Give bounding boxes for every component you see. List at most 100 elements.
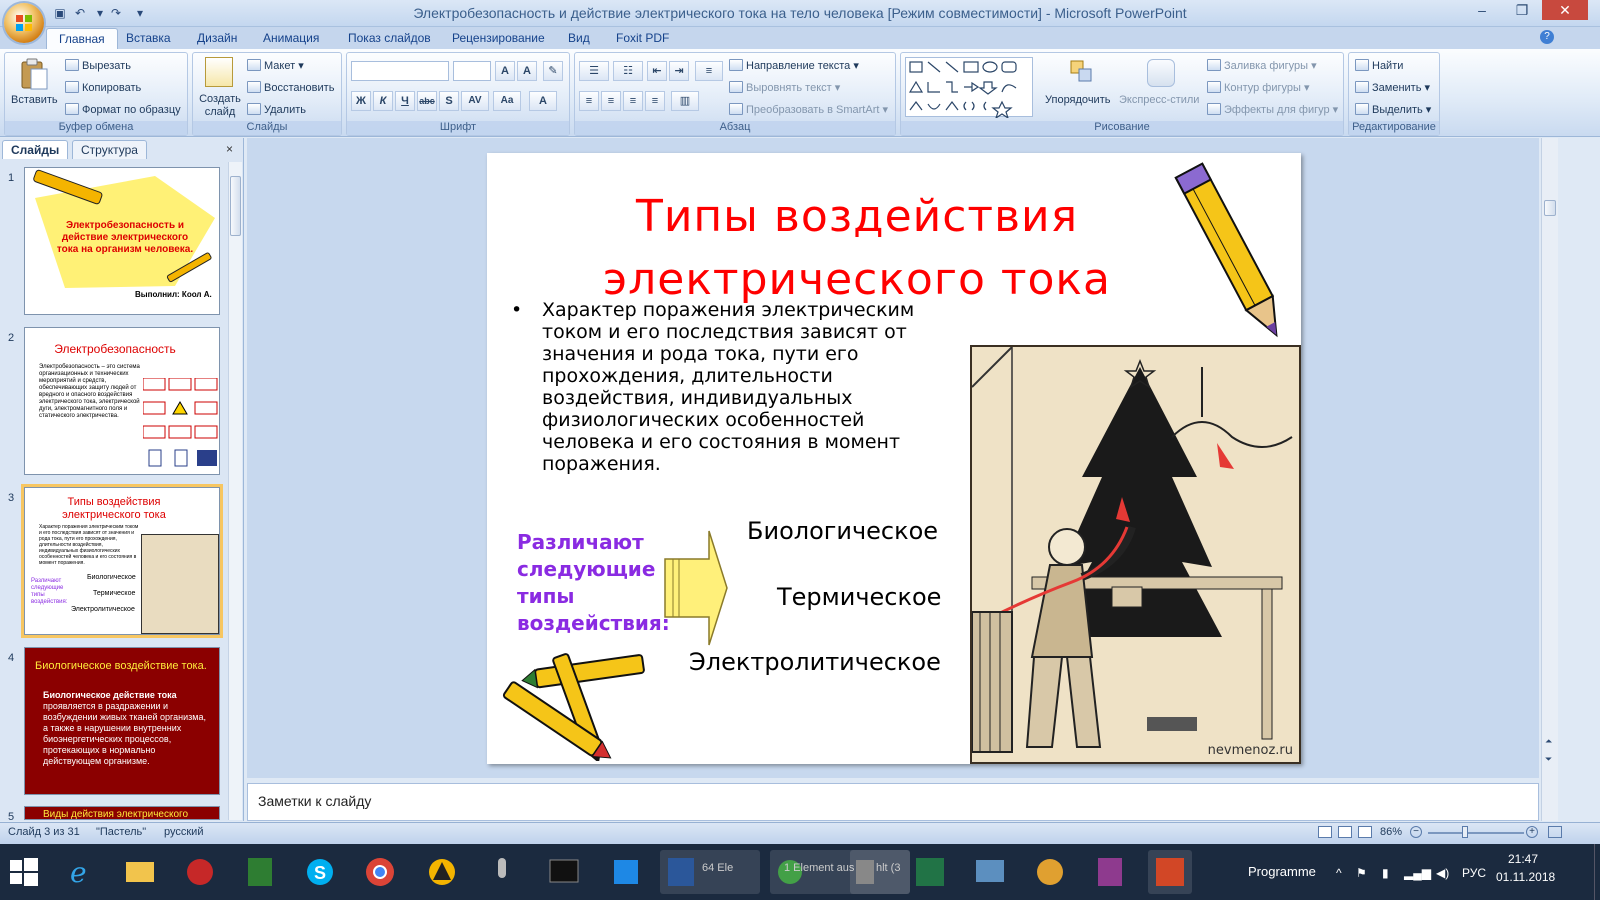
close-button[interactable]: ✕	[1542, 0, 1588, 20]
tab-insert[interactable]: Вставка	[114, 28, 183, 49]
shapes-gallery[interactable]	[905, 57, 1033, 120]
reset-button[interactable]: Восстановить	[247, 81, 334, 95]
status-language[interactable]: русский	[164, 826, 203, 838]
skype-icon[interactable]: S	[298, 850, 342, 894]
tab-slideshow[interactable]: Показ слайдов	[336, 28, 443, 49]
powerpoint-icon[interactable]	[1148, 850, 1192, 894]
kind-biological[interactable]: Биологическое	[747, 517, 938, 545]
start-windows-icon[interactable]	[10, 858, 38, 886]
slideshow-view-icon[interactable]	[1358, 826, 1372, 838]
find-button[interactable]: Найти	[1355, 59, 1403, 73]
slide-thumbnail-5[interactable]: Виды действия электрического	[24, 806, 220, 820]
paste-icon[interactable]	[19, 57, 49, 91]
bullets-button[interactable]: ☰	[579, 61, 609, 81]
tab-foxit[interactable]: Foxit PDF	[604, 28, 681, 49]
kind-electrolytic[interactable]: Электролитическое	[689, 648, 941, 676]
microphone-icon[interactable]	[480, 850, 524, 894]
app-icon-green[interactable]	[238, 850, 282, 894]
align-right-button[interactable]: ≡	[623, 91, 643, 111]
save-icon[interactable]: ▣	[52, 5, 68, 21]
underline-button[interactable]: Ч	[395, 91, 415, 111]
zoom-slider-thumb[interactable]	[1462, 826, 1468, 838]
picture-viewer-icon[interactable]	[968, 850, 1012, 894]
network-icon[interactable]: ▂▄▆	[1404, 866, 1431, 880]
italic-button[interactable]: К	[373, 91, 393, 111]
canvas-scrollbar[interactable]: ⏶ ⏷	[1541, 138, 1558, 821]
grow-font-button[interactable]: A	[495, 61, 515, 81]
tab-outline-pane[interactable]: Структура	[72, 140, 147, 159]
prev-slide-icon[interactable]: ⏶	[1545, 736, 1552, 747]
excel-icon[interactable]	[908, 850, 952, 894]
christmas-tree-photo[interactable]: nevmenoz.ru	[970, 345, 1301, 764]
slide-thumbnail-2[interactable]: Электробезопасность Электробезопасность …	[24, 327, 220, 475]
chrome-icon[interactable]	[358, 850, 402, 894]
clock-time[interactable]: 21:47	[1508, 852, 1538, 866]
paint-icon[interactable]	[1028, 850, 1072, 894]
normal-view-icon[interactable]	[1318, 826, 1332, 838]
app-icon-yellow[interactable]	[420, 850, 464, 894]
restore-button[interactable]: ❐	[1502, 0, 1542, 20]
font-size-combo[interactable]	[453, 61, 491, 81]
flag-icon[interactable]: ⚑	[1356, 866, 1367, 880]
increase-indent-button[interactable]: ⇥	[669, 61, 689, 81]
next-slide-icon[interactable]: ⏷	[1545, 754, 1552, 765]
shrink-font-button[interactable]: A	[517, 61, 537, 81]
numbering-button[interactable]: ☷	[613, 61, 643, 81]
tab-home[interactable]: Главная	[46, 28, 118, 49]
fit-window-icon[interactable]	[1548, 826, 1562, 838]
shape-effects-button[interactable]: Эффекты для фигур ▾	[1207, 103, 1338, 117]
delete-slide-button[interactable]: Удалить	[247, 103, 306, 117]
clock-date[interactable]: 01.11.2018	[1496, 870, 1555, 884]
undo-icon[interactable]: ↶	[72, 5, 88, 21]
new-slide-icon[interactable]	[205, 57, 233, 87]
notes-pane[interactable]: Заметки к слайду	[247, 783, 1539, 821]
block-arrow-icon[interactable]	[663, 529, 729, 647]
smartart-button[interactable]: Преобразовать в SmartArt ▾	[729, 103, 888, 117]
copy-button[interactable]: Копировать	[65, 81, 141, 95]
align-left-button[interactable]: ≡	[579, 91, 599, 111]
arrange-icon[interactable]	[1069, 59, 1095, 85]
paste-button[interactable]: Вставить	[11, 93, 58, 107]
thumbs-scroll-thumb[interactable]	[230, 176, 241, 236]
spacing-button[interactable]: AV	[461, 91, 489, 111]
quick-styles-icon[interactable]	[1147, 59, 1175, 87]
terminal-icon[interactable]	[542, 850, 586, 894]
zoom-out-icon[interactable]: −	[1410, 826, 1422, 838]
app-icon-red[interactable]	[178, 850, 222, 894]
sorter-view-icon[interactable]	[1338, 826, 1352, 838]
replace-button[interactable]: Заменить ▾	[1355, 81, 1430, 95]
shape-outline-button[interactable]: Контур фигуры ▾	[1207, 81, 1310, 95]
tab-review[interactable]: Рецензирование	[440, 28, 557, 49]
tray-up-icon[interactable]: ^	[1336, 866, 1342, 880]
line-spacing-button[interactable]: ≡	[695, 61, 723, 81]
case-button[interactable]: Aa	[493, 91, 521, 111]
layout-button[interactable]: Макет ▾	[247, 59, 304, 73]
minimize-button[interactable]: –	[1462, 0, 1502, 20]
slide-thumbnail-4[interactable]: Биологическое воздействие тока. Биологич…	[24, 647, 220, 795]
decrease-indent-button[interactable]: ⇤	[647, 61, 667, 81]
font-color-button[interactable]: A	[529, 91, 557, 111]
align-text-button[interactable]: Выровнять текст ▾	[729, 81, 840, 95]
zoom-level[interactable]: 86%	[1380, 826, 1402, 838]
clear-format-button[interactable]: ✎	[543, 61, 563, 81]
font-name-combo[interactable]	[351, 61, 449, 81]
tab-animation[interactable]: Анимация	[251, 28, 331, 49]
new-slide-button[interactable]: Создать слайд	[199, 93, 241, 119]
tab-design[interactable]: Дизайн	[185, 28, 249, 49]
slide-body-text[interactable]: • Характер поражения электрическим током…	[511, 299, 945, 475]
ie-icon[interactable]: e	[58, 850, 102, 894]
close-pane-icon[interactable]: ×	[226, 142, 233, 156]
winrar-icon[interactable]	[1088, 850, 1132, 894]
programme-toolbar[interactable]: Programme	[1248, 864, 1316, 879]
shadow-button[interactable]: S	[439, 91, 459, 111]
taskbar-item-3[interactable]: hlt (3	[850, 850, 910, 894]
shape-fill-button[interactable]: Заливка фигуры ▾	[1207, 59, 1317, 73]
slide[interactable]: Типы воздействия электрического тока • Х…	[487, 153, 1301, 764]
undo-dropdown-icon[interactable]: ▾	[92, 5, 108, 21]
quick-styles-button[interactable]: Экспресс-стили	[1119, 93, 1199, 107]
columns-button[interactable]: ▥	[671, 91, 699, 111]
slide-thumbnail-3[interactable]: Типы воздействия электрического тока Хар…	[24, 487, 220, 635]
zoom-slider[interactable]	[1428, 832, 1524, 834]
language-indicator[interactable]: РУС	[1462, 866, 1486, 880]
bold-button[interactable]: Ж	[351, 91, 371, 111]
